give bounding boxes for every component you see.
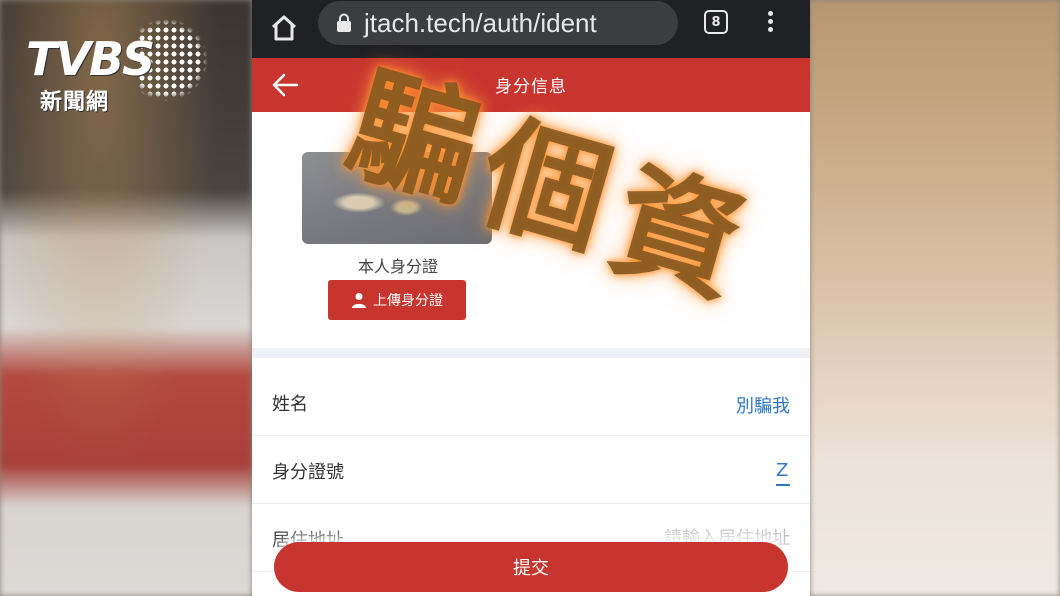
name-row: 姓名 別騙我 bbox=[252, 368, 810, 436]
tvbs-logo: TVBS 新聞網 bbox=[26, 18, 216, 118]
id-number-field[interactable]: Z bbox=[776, 460, 790, 486]
id-number-row: 身分證號 Z bbox=[252, 436, 810, 504]
home-icon bbox=[271, 15, 297, 41]
id-number-label: 身分證號 bbox=[272, 462, 344, 483]
person-icon bbox=[352, 293, 366, 308]
browser-toolbar: jtach.tech/auth/ident 8 bbox=[252, 0, 810, 58]
upload-id-button-label: 上傳身分證 bbox=[373, 293, 443, 309]
section-divider bbox=[252, 348, 810, 358]
tab-switcher-button[interactable]: 8 bbox=[704, 10, 728, 34]
logo-subtitle: 新聞網 bbox=[40, 90, 110, 115]
logo-wordmark: TVBS bbox=[26, 32, 155, 86]
blurred-background-right bbox=[810, 0, 1060, 596]
name-field[interactable]: 別騙我 bbox=[540, 392, 790, 418]
url-text: jtach.tech/auth/ident bbox=[364, 8, 597, 38]
upload-id-button[interactable]: 上傳身分證 bbox=[328, 280, 466, 320]
id-photo-label: 本人身分證 bbox=[357, 257, 438, 276]
more-menu-icon[interactable] bbox=[760, 8, 780, 38]
id-upload-section: 本人身分證 上傳身分證 bbox=[252, 112, 810, 348]
id-card-photo[interactable] bbox=[302, 152, 492, 244]
address-bar[interactable]: jtach.tech/auth/ident bbox=[318, 1, 678, 45]
submit-button[interactable]: 提交 bbox=[274, 542, 788, 592]
app-header: 身分信息 bbox=[252, 58, 810, 112]
phone-screen: jtach.tech/auth/ident 8 身分信息 本人身分證 上傳身分證… bbox=[252, 0, 810, 596]
home-button[interactable] bbox=[266, 10, 302, 46]
page-title: 身分信息 bbox=[495, 77, 567, 97]
name-label: 姓名 bbox=[272, 394, 308, 415]
lock-icon bbox=[337, 13, 351, 32]
